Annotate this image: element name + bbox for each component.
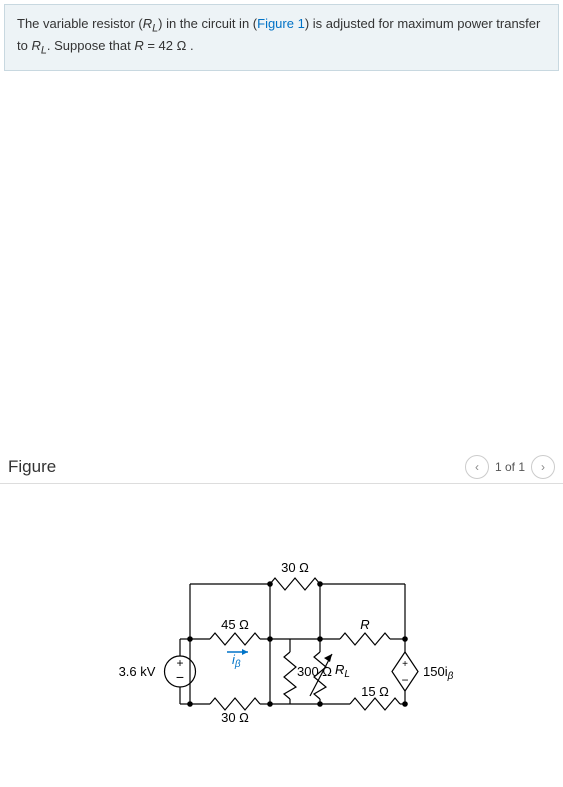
text: The variable resistor ( [17, 16, 143, 31]
svg-text:+: + [176, 656, 183, 670]
unit-ohm: Ω [177, 38, 187, 53]
text: . Suppose that [47, 38, 134, 53]
label-ccvs: 150iβ [423, 664, 454, 682]
label-ibeta: iβ [232, 652, 241, 670]
figure-link[interactable]: Figure 1 [257, 16, 305, 31]
label-r30-bot: 30 Ω [221, 710, 249, 725]
label-r15: 15 Ω [361, 684, 389, 699]
label-source: 3.6 kV [119, 664, 156, 679]
label-r30-top: 30 Ω [281, 560, 309, 575]
label-rl: RL [335, 662, 350, 680]
svg-text:−: − [176, 669, 184, 685]
next-button[interactable]: › [531, 455, 555, 479]
text: = 42 [144, 38, 177, 53]
figure-pager: ‹ 1 of 1 › [465, 455, 555, 479]
prev-button[interactable]: ‹ [465, 455, 489, 479]
var-r: R [134, 38, 143, 53]
label-r: R [360, 617, 369, 632]
figure-header: Figure ‹ 1 of 1 › [0, 451, 563, 484]
chevron-right-icon: › [541, 461, 545, 473]
svg-text:+: + [402, 659, 408, 670]
pager-text: 1 of 1 [495, 460, 525, 474]
var-rl2: RL [31, 38, 46, 53]
circuit-diagram: + − + − [0, 524, 563, 784]
svg-text:−: − [401, 673, 408, 687]
label-r300: 300 Ω [297, 664, 332, 679]
chevron-left-icon: ‹ [475, 461, 479, 473]
text: . [186, 38, 193, 53]
var-rl: RL [143, 16, 158, 31]
problem-statement: The variable resistor (RL) in the circui… [4, 4, 559, 71]
figure-title: Figure [8, 457, 56, 477]
label-r45: 45 Ω [221, 617, 249, 632]
text: ) in the circuit in ( [158, 16, 257, 31]
